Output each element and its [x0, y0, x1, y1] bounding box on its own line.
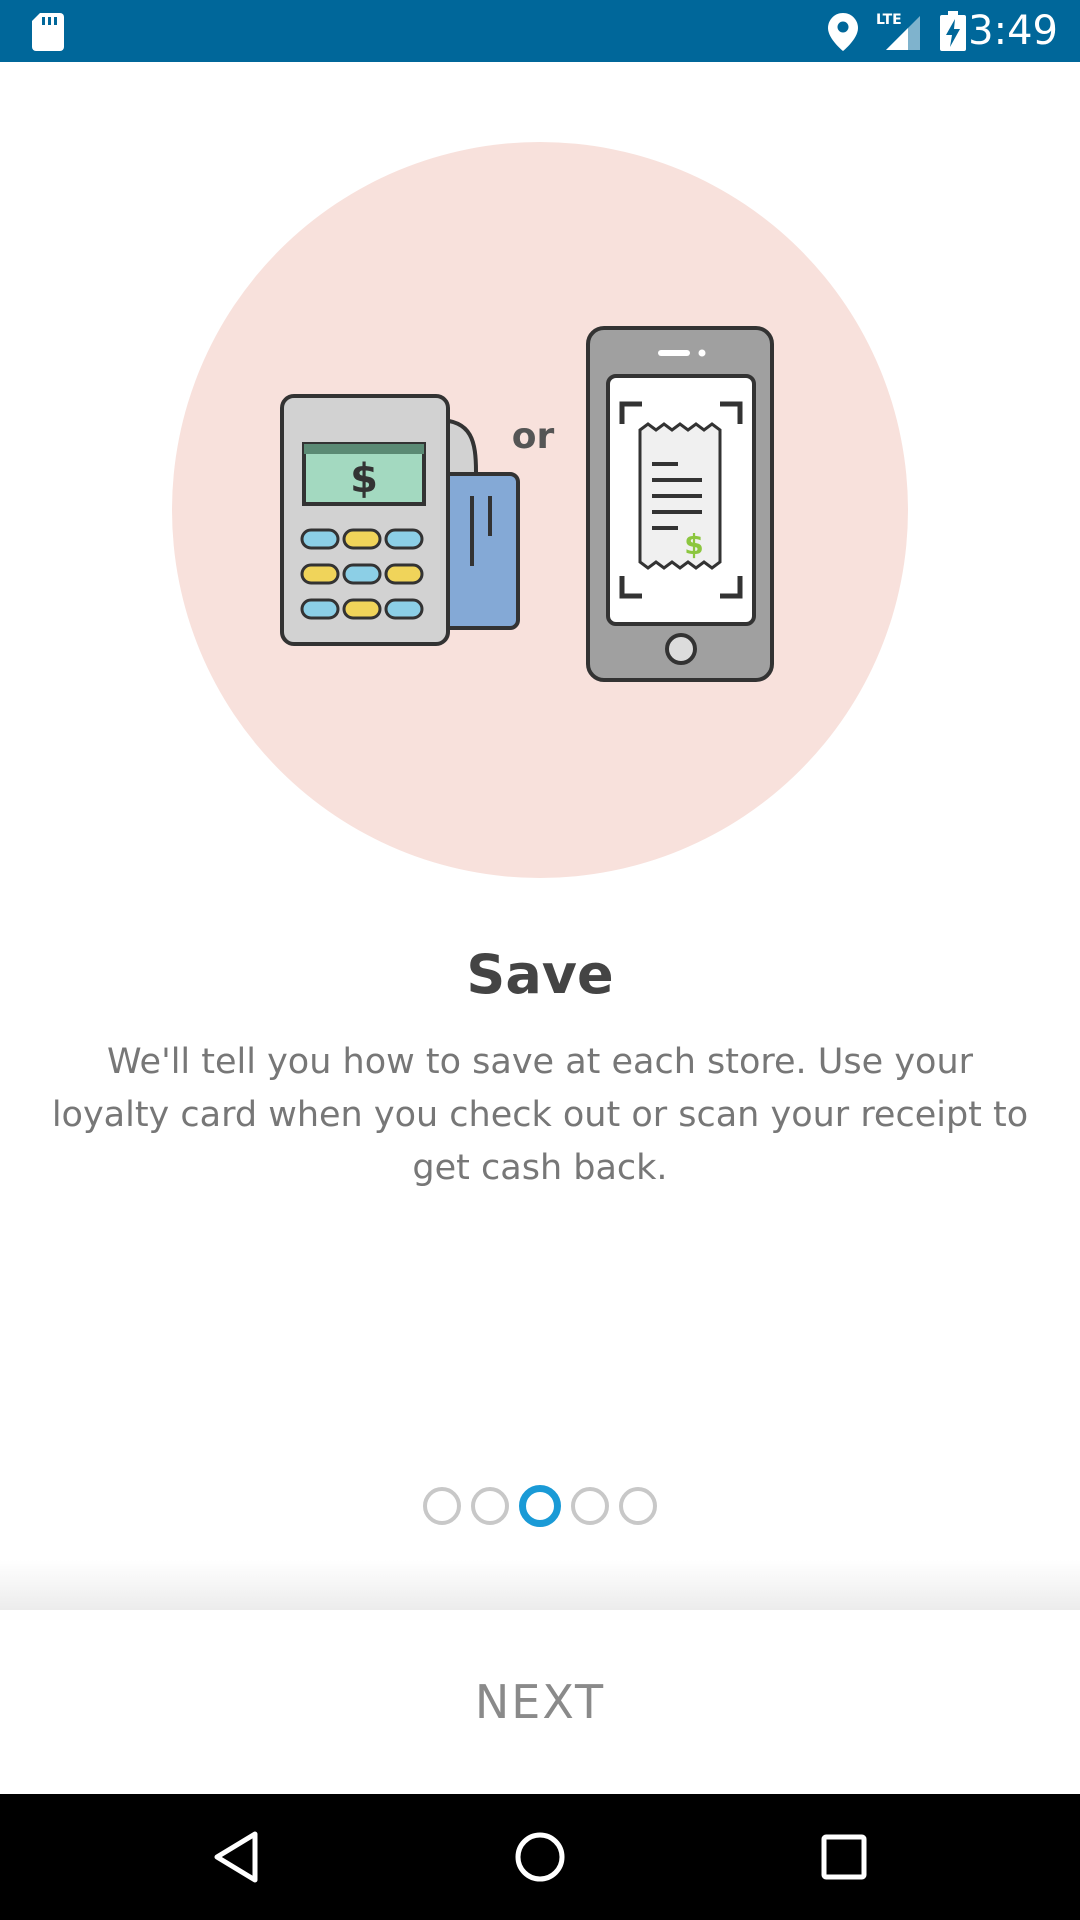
next-button[interactable]: NEXT [0, 1610, 1080, 1794]
onboarding-illustration: $ or $ [172, 142, 908, 878]
svg-text:LTE: LTE [876, 12, 902, 28]
page-dot[interactable] [423, 1487, 461, 1525]
page-dot[interactable] [571, 1487, 609, 1525]
back-icon[interactable] [166, 1794, 306, 1920]
location-icon [828, 13, 858, 55]
sd-card-icon [32, 13, 64, 55]
page-dot[interactable] [471, 1487, 509, 1525]
lte-signal-icon: LTE [872, 10, 924, 56]
status-bar: LTE 3:49 [0, 0, 1080, 62]
bottom-action-bar: NEXT [0, 1610, 1080, 1794]
page-dot[interactable] [619, 1487, 657, 1525]
onboarding-description: We'll tell you how to save at each store… [51, 1042, 1029, 1188]
recents-icon[interactable] [774, 1794, 914, 1920]
phone-receipt-icon: $ [586, 326, 774, 682]
page-indicator [0, 1484, 1080, 1528]
navigation-bar [0, 1794, 1080, 1920]
bottom-bar-shadow [0, 1560, 1080, 1610]
status-time: 3:49 [968, 8, 1058, 54]
receipt-dollar-symbol: $ [684, 528, 703, 561]
page-dot-active[interactable] [519, 1485, 561, 1527]
terminal-dollar-symbol: $ [350, 456, 378, 502]
or-connector: or [512, 416, 555, 457]
battery-charging-icon [940, 11, 966, 55]
page-title: Save [466, 943, 614, 1006]
home-icon[interactable] [470, 1794, 610, 1920]
